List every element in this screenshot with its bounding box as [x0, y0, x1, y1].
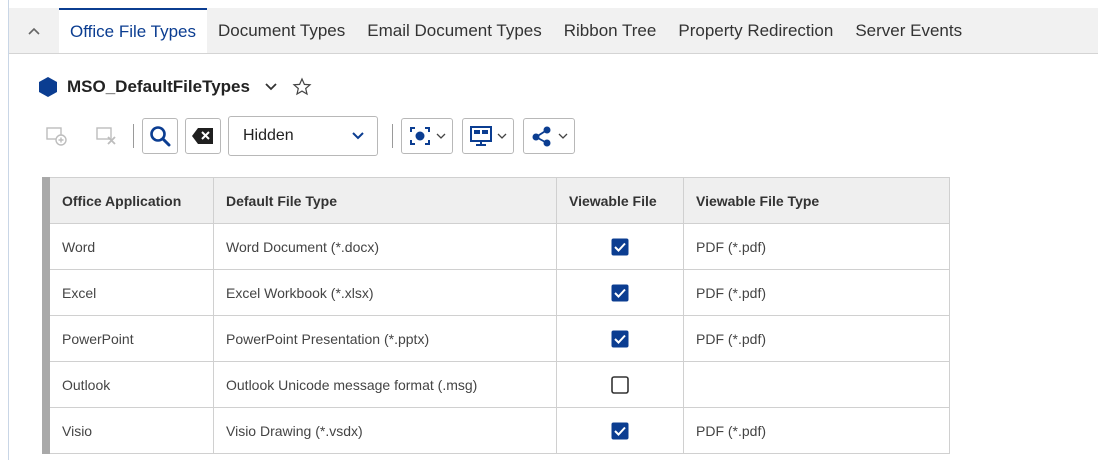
delete-row-button[interactable]	[89, 118, 125, 154]
cell-default-file-type[interactable]: Outlook Unicode message format (.msg)	[213, 361, 557, 408]
toolbar: Hidden	[39, 114, 584, 158]
title-row: MSO_DefaultFileTypes	[37, 76, 312, 98]
item-type-hexagon-icon	[39, 77, 57, 97]
search-button[interactable]	[142, 118, 178, 154]
tab-document-types[interactable]: Document Types	[207, 8, 356, 53]
share-menu-button[interactable]	[523, 118, 575, 154]
cell-default-file-type[interactable]: Visio Drawing (*.vsdx)	[213, 407, 557, 454]
cell-office-application[interactable]: Visio	[49, 407, 214, 454]
focus-target-icon	[410, 127, 430, 145]
column-header-viewable-file[interactable]: Viewable File	[556, 177, 684, 224]
collapse-chevron-up-icon[interactable]	[9, 8, 59, 53]
table-row[interactable]: PowerPoint PowerPoint Presentation (*.pp…	[42, 315, 950, 362]
monitor-grid-icon	[470, 126, 492, 146]
delete-row-icon	[96, 127, 116, 145]
row-selector[interactable]	[42, 269, 50, 316]
checkbox-checked-icon[interactable]	[611, 330, 629, 348]
favorite-star-icon[interactable]	[292, 77, 312, 97]
display-menu-button[interactable]	[462, 118, 514, 154]
search-icon	[150, 126, 171, 147]
checkbox-unchecked-icon[interactable]	[611, 375, 629, 394]
cell-default-file-type[interactable]: Excel Workbook (*.xlsx)	[213, 269, 557, 316]
target-menu-button[interactable]	[401, 118, 453, 154]
row-selector[interactable]	[42, 407, 50, 454]
tab-server-events[interactable]: Server Events	[844, 8, 973, 53]
column-header-office-application[interactable]: Office Application	[49, 177, 214, 224]
checkbox-checked-icon[interactable]	[611, 238, 629, 256]
cell-office-application[interactable]: PowerPoint	[49, 315, 214, 362]
tab-email-document-types[interactable]: Email Document Types	[356, 8, 552, 53]
tab-bar: Office File Types Document Types Email D…	[9, 8, 1098, 54]
page-title: MSO_DefaultFileTypes	[67, 77, 250, 96]
cell-office-application[interactable]: Excel	[49, 269, 214, 316]
row-selector-header[interactable]	[42, 177, 50, 224]
display-menu-chevron-down-icon	[497, 133, 507, 139]
grid-header-row: Office Application Default File Type Vie…	[42, 177, 950, 224]
add-row-button[interactable]	[39, 118, 75, 154]
checkbox-checked-icon[interactable]	[611, 284, 629, 302]
tab-office-file-types[interactable]: Office File Types	[59, 8, 207, 53]
cell-viewable-file[interactable]	[556, 407, 684, 454]
cell-viewable-file-type[interactable]: PDF (*.pdf)	[683, 407, 950, 454]
cell-viewable-file-type[interactable]: PDF (*.pdf)	[683, 315, 950, 362]
table-row[interactable]: Outlook Outlook Unicode message format (…	[42, 361, 950, 408]
tab-ribbon-tree[interactable]: Ribbon Tree	[553, 8, 668, 53]
clear-search-button[interactable]	[185, 118, 221, 154]
visibility-select-value: Hidden	[243, 127, 294, 144]
share-nodes-icon	[532, 126, 551, 147]
cell-viewable-file[interactable]	[556, 315, 684, 362]
toolbar-separator	[133, 124, 134, 148]
file-types-grid: Office Application Default File Type Vie…	[42, 177, 950, 454]
share-menu-chevron-down-icon	[558, 133, 568, 139]
cell-default-file-type[interactable]: Word Document (*.docx)	[213, 223, 557, 270]
cell-viewable-file[interactable]	[556, 223, 684, 270]
workspace-frame: Office File Types Document Types Email D…	[8, 0, 1098, 460]
table-row[interactable]: Excel Excel Workbook (*.xlsx) PDF (*.pdf…	[42, 269, 950, 316]
visibility-select-chevron-down-icon	[352, 132, 364, 140]
cell-viewable-file-type[interactable]: PDF (*.pdf)	[683, 223, 950, 270]
column-header-viewable-file-type[interactable]: Viewable File Type	[683, 177, 950, 224]
cell-office-application[interactable]: Word	[49, 223, 214, 270]
checkbox-checked-icon[interactable]	[611, 422, 629, 440]
cell-office-application[interactable]: Outlook	[49, 361, 214, 408]
target-menu-chevron-down-icon	[436, 133, 446, 139]
row-selector[interactable]	[42, 315, 50, 362]
cell-viewable-file-type[interactable]: PDF (*.pdf)	[683, 269, 950, 316]
cell-viewable-file-type[interactable]	[683, 361, 950, 408]
table-row[interactable]: Word Word Document (*.docx) PDF (*.pdf)	[42, 223, 950, 270]
title-menu-chevron-down-icon[interactable]	[264, 80, 278, 94]
cell-viewable-file[interactable]	[556, 269, 684, 316]
cell-default-file-type[interactable]: PowerPoint Presentation (*.pptx)	[213, 315, 557, 362]
column-header-default-file-type[interactable]: Default File Type	[213, 177, 557, 224]
backspace-clear-icon	[192, 128, 213, 144]
row-selector[interactable]	[42, 223, 50, 270]
toolbar-separator	[392, 124, 393, 148]
tab-property-redirection[interactable]: Property Redirection	[667, 8, 844, 53]
cell-viewable-file[interactable]	[556, 361, 684, 408]
table-row[interactable]: Visio Visio Drawing (*.vsdx) PDF (*.pdf)	[42, 407, 950, 454]
visibility-select[interactable]: Hidden	[228, 116, 378, 156]
row-selector[interactable]	[42, 361, 50, 408]
add-row-icon	[46, 127, 67, 146]
